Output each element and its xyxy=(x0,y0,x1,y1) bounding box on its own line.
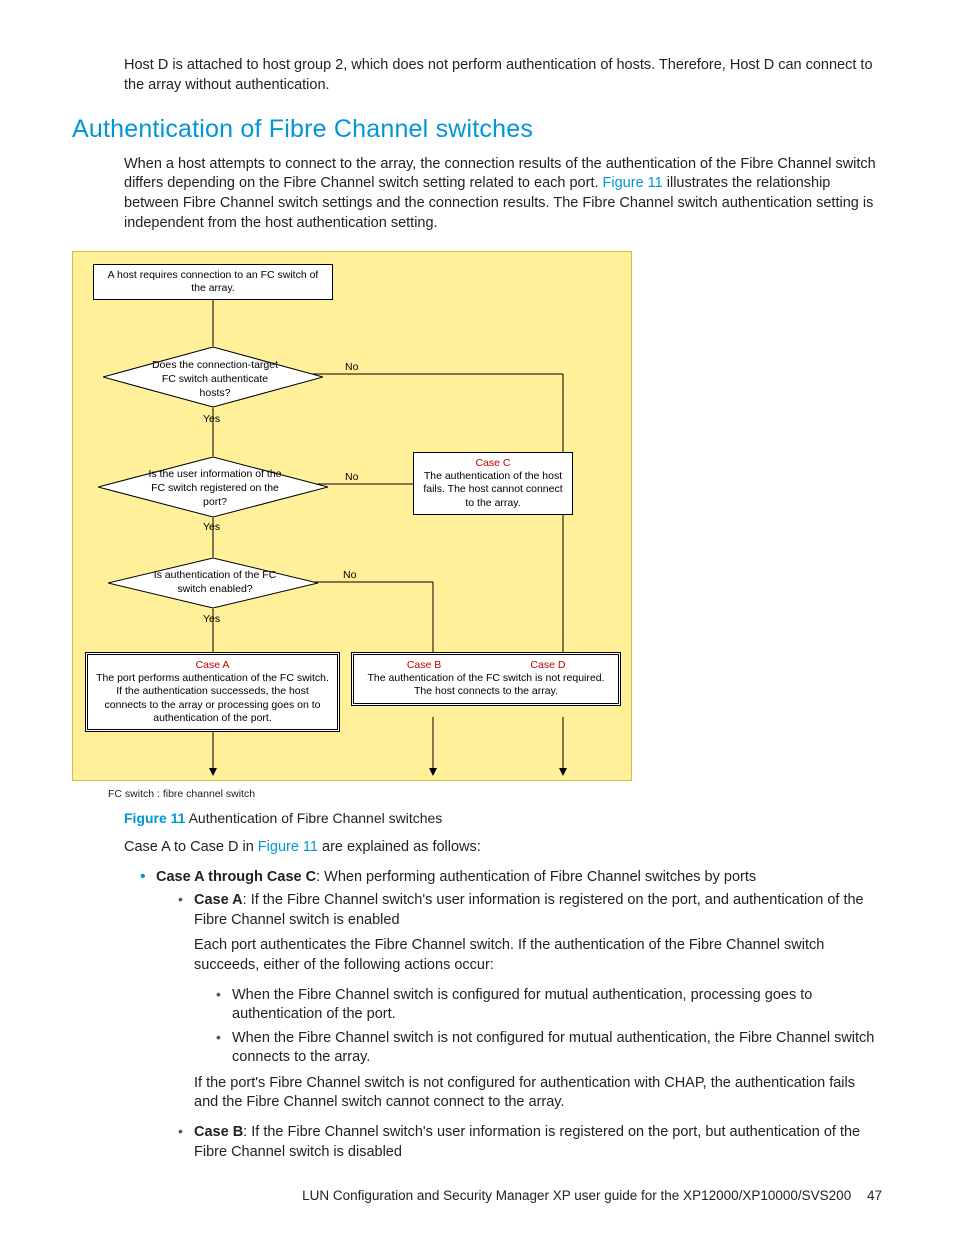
section-heading: Authentication of Fibre Channel switches xyxy=(72,113,882,147)
text-span: : When performing authentication of Fibr… xyxy=(316,869,756,885)
bold-label: Case A through Case C xyxy=(156,869,316,885)
case-sublist: Case A: If the Fibre Channel switch's us… xyxy=(156,891,882,1162)
case-title: Case B xyxy=(364,659,485,672)
decision-text: Does the connection-target FC switch aut… xyxy=(145,358,285,401)
text-span: When the Fibre Channel switch is configu… xyxy=(232,987,812,1023)
figure-caption: Figure 11 Authentication of Fibre Channe… xyxy=(124,809,882,828)
no-label: No xyxy=(345,360,358,374)
arrowhead-icon xyxy=(429,768,437,776)
action-list: When the Fibre Channel switch is configu… xyxy=(194,986,882,1068)
figure-ref-link[interactable]: Figure 11 xyxy=(603,175,663,191)
figure-11: A host requires connection to an FC swit… xyxy=(72,251,882,801)
list-item: Case B: If the Fibre Channel switch's us… xyxy=(180,1123,882,1162)
text-span: : If the Fibre Channel switch's user inf… xyxy=(194,892,864,928)
text-span: : If the Fibre Channel switch's user inf… xyxy=(194,1124,860,1160)
case-title: Case A xyxy=(196,659,230,671)
page-footer: LUN Configuration and Security Manager X… xyxy=(302,1187,882,1205)
case-bd-box: Case B Case D The authentication of the … xyxy=(351,652,621,705)
no-label: No xyxy=(345,470,358,484)
box-text: The authentication of the FC switch is n… xyxy=(368,672,605,697)
page-number: 47 xyxy=(867,1188,882,1203)
paragraph-text: Host D is attached to host group 2, whic… xyxy=(124,56,882,95)
text-span: are explained as follows: xyxy=(318,839,481,855)
list-item: Case A: If the Fibre Channel switch's us… xyxy=(180,891,882,1113)
list-item: When the Fibre Channel switch is not con… xyxy=(218,1029,882,1068)
box-text: A host requires connection to an FC swit… xyxy=(108,269,319,294)
figure-caption-text: Authentication of Fibre Channel switches xyxy=(185,810,442,826)
bold-label: Case A xyxy=(194,892,243,908)
case-a-box: Case A The port performs authentication … xyxy=(85,652,340,732)
flowchart-diagram: A host requires connection to an FC swit… xyxy=(72,251,632,781)
flow-start-box: A host requires connection to an FC swit… xyxy=(93,264,333,300)
arrowhead-icon xyxy=(209,768,217,776)
list-item: When the Fibre Channel switch is configu… xyxy=(218,986,882,1025)
decision-text: Is the user information of the FC switch… xyxy=(145,467,285,510)
text-span: When the Fibre Channel switch is not con… xyxy=(232,1030,874,1066)
paragraph-text: Each port authenticates the Fibre Channe… xyxy=(194,936,882,975)
paragraph-text: Case A to Case D in Figure 11 are explai… xyxy=(124,838,882,858)
footer-doc-title: LUN Configuration and Security Manager X… xyxy=(302,1188,851,1203)
case-list: Case A through Case C: When performing a… xyxy=(124,868,882,1162)
diagram-legend: FC switch : fibre channel switch xyxy=(108,787,882,801)
case-c-box: Case C The authentication of the host fa… xyxy=(413,452,573,515)
text-span: Case A to Case D in xyxy=(124,839,258,855)
lead-paragraph: When a host attempts to connect to the a… xyxy=(124,155,882,233)
case-title: Case C xyxy=(475,457,510,469)
intro-paragraph: Host D is attached to host group 2, whic… xyxy=(124,56,882,95)
page: Host D is attached to host group 2, whic… xyxy=(0,0,954,1235)
arrowhead-icon xyxy=(559,768,567,776)
figure-number: Figure 11 xyxy=(124,810,185,826)
bold-label: Case B xyxy=(194,1124,243,1140)
case-title: Case D xyxy=(487,659,608,672)
box-text: The port performs authentication of the … xyxy=(96,672,329,723)
figure-caption-row: Figure 11 Authentication of Fibre Channe… xyxy=(124,809,882,1162)
figure-ref-link[interactable]: Figure 11 xyxy=(258,839,318,855)
yes-label: Yes xyxy=(203,412,220,426)
paragraph-text: If the port's Fibre Channel switch is no… xyxy=(194,1074,882,1113)
list-item: Case A through Case C: When performing a… xyxy=(142,868,882,1162)
decision-text: Is authentication of the FC switch enabl… xyxy=(145,568,285,596)
box-text: The authentication of the host fails. Th… xyxy=(423,470,562,508)
yes-label: Yes xyxy=(203,612,220,626)
no-label: No xyxy=(343,568,356,582)
paragraph-text: When a host attempts to connect to the a… xyxy=(124,155,882,233)
yes-label: Yes xyxy=(203,520,220,534)
